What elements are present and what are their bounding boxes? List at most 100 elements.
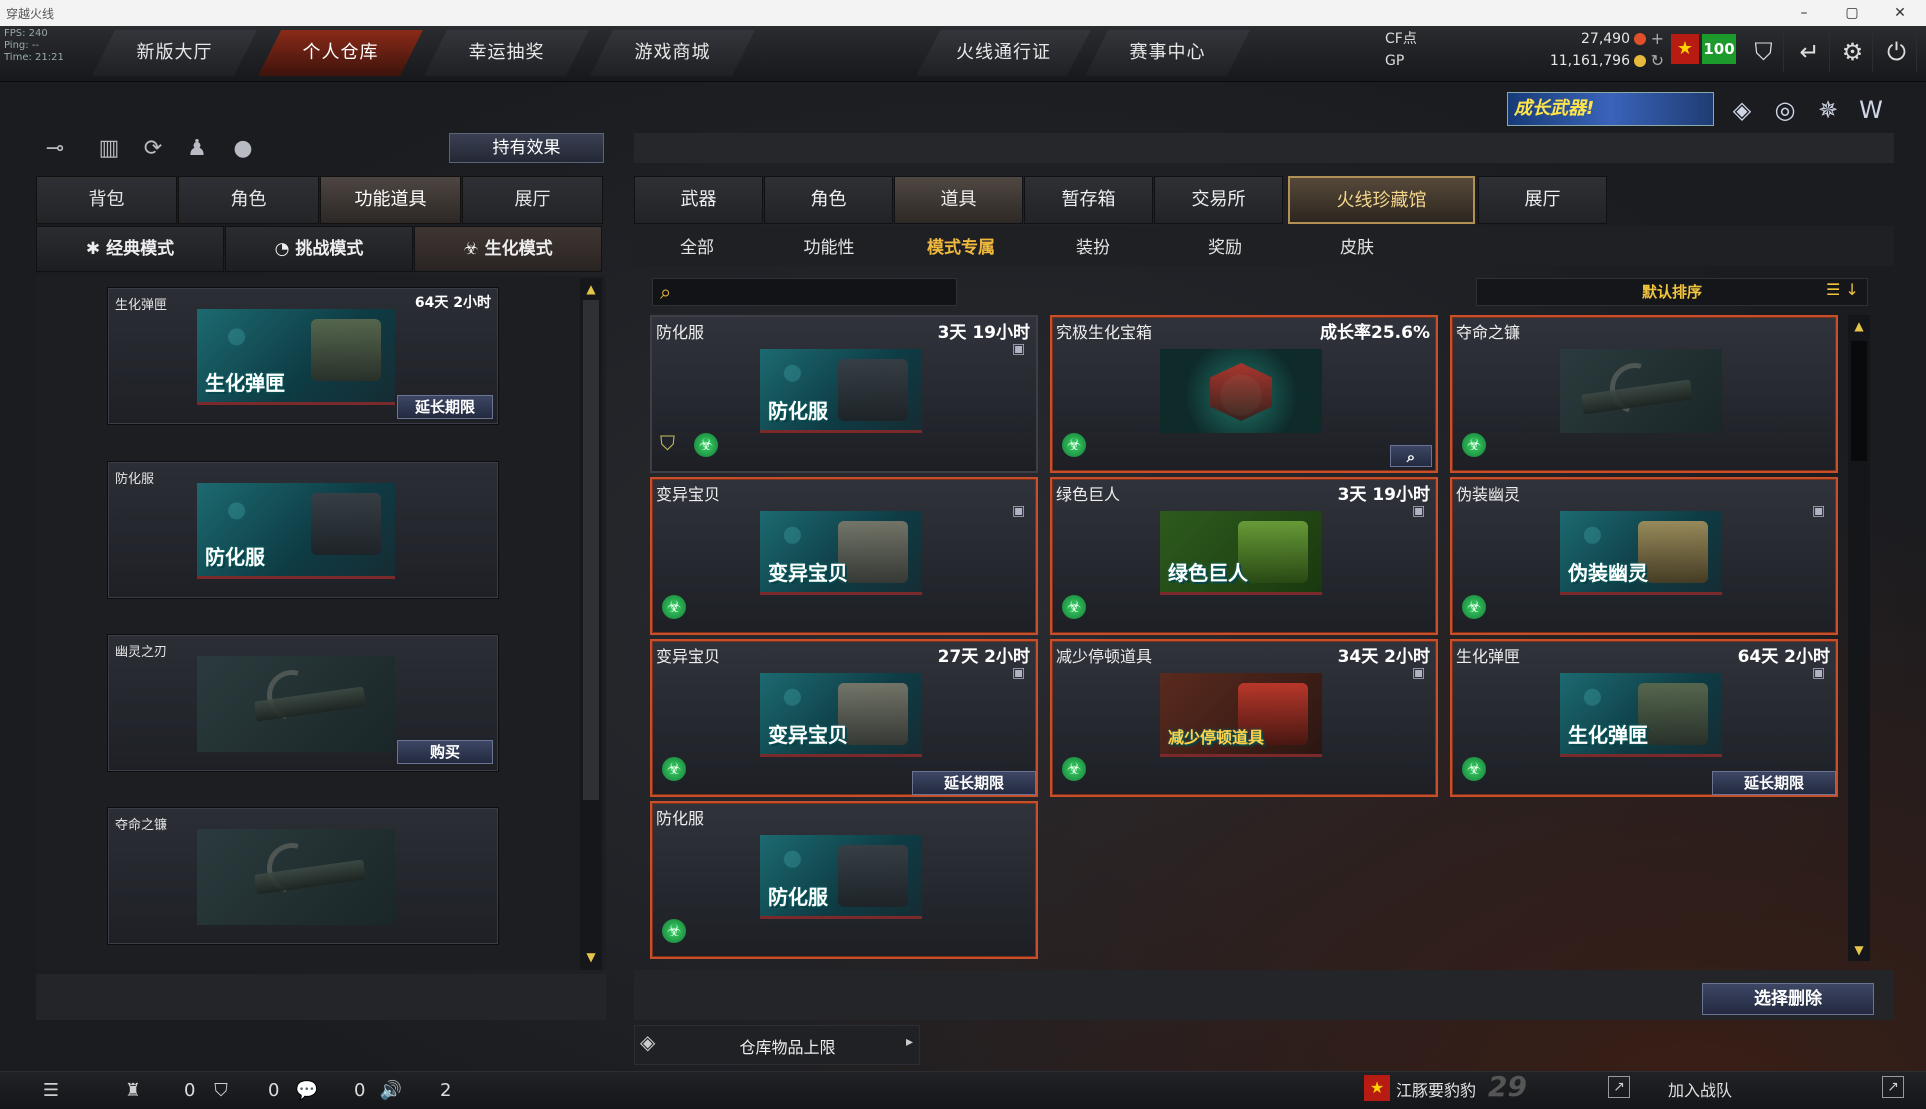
grid-item-card[interactable]: 夺命之镰 ☣ xyxy=(1450,315,1838,473)
grid-item-card[interactable]: 绿色巨人 3天 19小时 ▣ 绿色巨人 ☣ xyxy=(1050,477,1438,635)
nav-tab-battle-pass[interactable]: 火线通行证 xyxy=(916,30,1091,76)
clan-shield-icon[interactable]: ⛉ xyxy=(208,1078,234,1104)
add-cf-icon[interactable]: + xyxy=(1651,28,1664,50)
star-burst-icon[interactable]: ✵ xyxy=(1810,92,1846,128)
maximize-button[interactable]: ▢ xyxy=(1832,2,1872,24)
shield-icon[interactable]: ⛉ xyxy=(1744,32,1784,72)
left-scrollbar[interactable]: ▲ ▼ xyxy=(580,278,602,970)
right-scrollbar[interactable]: ▲ ▼ xyxy=(1848,315,1870,961)
tab-showroom[interactable]: 展厅 xyxy=(1478,176,1607,224)
grid-item-card[interactable]: 防化服 防化服 ☣ xyxy=(650,801,1038,959)
scroll-thumb[interactable] xyxy=(1851,341,1867,461)
left-item-card[interactable]: 生化弹匣 64天 2小时 生化弹匣 延长期限 xyxy=(108,288,498,424)
item-image-label: 变异宝贝 xyxy=(768,561,848,585)
player-name[interactable]: 江豚要豹豹 xyxy=(1396,1077,1476,1101)
subtab-rewards[interactable]: 奖励 xyxy=(1170,233,1280,258)
left-item-card[interactable]: 防化服 防化服 xyxy=(108,462,498,598)
scroll-down-icon[interactable]: ▼ xyxy=(584,950,598,964)
wings-icon[interactable]: W xyxy=(1853,92,1889,128)
select-delete-button[interactable]: 选择删除 xyxy=(1702,983,1874,1015)
list-view-icon[interactable]: ☰ xyxy=(1826,280,1840,299)
buy-button[interactable]: 购买 xyxy=(397,740,493,764)
badge-v-icon[interactable]: ◈ xyxy=(1724,92,1760,128)
nav-tab-event-center[interactable]: 赛事中心 xyxy=(1085,30,1250,76)
rotate-icon[interactable]: ⟳ xyxy=(136,132,170,166)
left-item-card[interactable]: 幽灵之刃 购买 xyxy=(108,635,498,771)
mode-tab-biochem[interactable]: ☣ 生化模式 xyxy=(414,226,602,272)
friends-icon[interactable]: ♜ xyxy=(120,1078,146,1104)
tab-items[interactable]: 道具 xyxy=(894,176,1023,224)
subtab-skins[interactable]: 皮肤 xyxy=(1302,233,1412,258)
growth-weapon-banner[interactable]: 成长武器! xyxy=(1507,92,1714,126)
extend-button[interactable]: 延长期限 xyxy=(1712,771,1836,795)
power-icon[interactable]: ⏻ xyxy=(1877,32,1917,72)
extend-button[interactable]: 延长期限 xyxy=(397,395,493,419)
item-image xyxy=(197,829,395,925)
grid-item-card[interactable]: 变异宝贝 27天 2小时 ▣ 变异宝贝 ☣ 延长期限 xyxy=(650,639,1038,797)
scroll-down-icon[interactable]: ▼ xyxy=(1852,943,1866,957)
mode-tab-challenge[interactable]: ◔ 挑战模式 xyxy=(225,226,413,272)
scroll-up-icon[interactable]: ▲ xyxy=(1852,319,1866,333)
close-button[interactable]: ✕ xyxy=(1880,2,1920,24)
left-tab-character[interactable]: 角色 xyxy=(178,176,319,224)
search-input[interactable] xyxy=(652,278,957,306)
chat-icon[interactable]: 💬 xyxy=(294,1078,320,1104)
external-link-icon[interactable]: ↗ xyxy=(1608,1076,1630,1098)
sort-dropdown[interactable]: 默认排序 xyxy=(1476,278,1868,306)
grenade-icon[interactable]: ● xyxy=(226,132,260,166)
left-tab-function-items[interactable]: 功能道具 xyxy=(320,176,461,224)
ammo-box-graphic xyxy=(1638,683,1708,745)
scroll-up-icon[interactable]: ▲ xyxy=(584,282,598,296)
item-image: 生化弹匣 xyxy=(197,309,395,405)
magnify-icon[interactable]: ⌕ xyxy=(1390,445,1432,467)
tab-collection[interactable]: 火线珍藏馆 xyxy=(1288,176,1475,224)
scroll-thumb[interactable] xyxy=(583,300,599,800)
grid-item-card[interactable]: 防化服 3天 19小时 ▣ 防化服 ⛉ ☣ xyxy=(650,315,1038,473)
item-name: 变异宝贝 xyxy=(656,485,721,504)
left-tab-showroom[interactable]: 展厅 xyxy=(462,176,603,224)
stats-icon[interactable]: ▥ xyxy=(92,132,126,166)
grid-item-card[interactable]: 减少停顿道具 34天 2小时 ▣ 减少停顿道具 ☣ xyxy=(1050,639,1438,797)
friends-count: 0 xyxy=(184,1080,196,1101)
grid-item-card[interactable]: 究极生化宝箱 成长率25.6% ☣ ⌕ xyxy=(1050,315,1438,473)
speaker-icon[interactable]: 🔊 xyxy=(378,1078,404,1104)
extend-button[interactable]: 延长期限 xyxy=(912,771,1036,795)
return-icon[interactable]: ↵ xyxy=(1790,32,1830,72)
nav-tab-shop[interactable]: 游戏商城 xyxy=(590,30,755,76)
join-clan-label[interactable]: 加入战队 xyxy=(1668,1077,1732,1101)
refresh-icon[interactable]: ↻ xyxy=(1651,50,1664,72)
vest-graphic xyxy=(838,359,908,421)
item-image xyxy=(1160,349,1322,433)
subtab-costume[interactable]: 装扮 xyxy=(1038,233,1148,258)
sort-direction-icon[interactable]: ↓ xyxy=(1840,280,1858,299)
grid-item-card[interactable]: 生化弹匣 64天 2小时 ▣ 生化弹匣 ☣ 延长期限 xyxy=(1450,639,1838,797)
grid-item-card[interactable]: 变异宝贝 ▣ 变异宝贝 ☣ xyxy=(650,477,1038,635)
tab-weapons[interactable]: 武器 xyxy=(634,176,763,224)
character-icon[interactable]: ♟ xyxy=(180,132,214,166)
settings-icon[interactable]: ⚙ xyxy=(1833,32,1873,72)
tab-characters[interactable]: 角色 xyxy=(764,176,893,224)
grid-item-card[interactable]: 伪装幽灵 ▣ 伪装幽灵 ☣ xyxy=(1450,477,1838,635)
nav-tab-lobby[interactable]: 新版大厅 xyxy=(92,30,257,76)
vest-graphic xyxy=(838,845,908,907)
tab-storage[interactable]: 暂存箱 xyxy=(1024,176,1153,224)
left-tab-backpack[interactable]: 背包 xyxy=(36,176,177,224)
tab-exchange[interactable]: 交易所 xyxy=(1154,176,1283,224)
globe-icon[interactable]: ◎ xyxy=(1767,92,1803,128)
hold-effect-button[interactable]: 持有效果 xyxy=(449,133,604,163)
left-item-card[interactable]: 夺命之镰 xyxy=(108,808,498,944)
biohazard-icon: ☣ xyxy=(1462,433,1486,457)
subtab-all[interactable]: 全部 xyxy=(642,233,752,258)
key-icon[interactable]: ⊸ xyxy=(38,132,72,166)
subtab-mode-exclusive[interactable]: 模式专属 xyxy=(906,233,1016,258)
menu-icon[interactable]: ☰ xyxy=(38,1078,64,1104)
nav-tab-lottery[interactable]: 幸运抽奖 xyxy=(424,30,589,76)
mode-tab-classic[interactable]: ✱ 经典模式 xyxy=(36,226,224,272)
subtab-functional[interactable]: 功能性 xyxy=(774,233,884,258)
level-badge: 100 xyxy=(1702,34,1736,64)
nav-tab-warehouse[interactable]: 个人仓库 xyxy=(258,30,423,76)
chevron-right-icon[interactable]: ▸ xyxy=(906,1034,913,1050)
minimize-button[interactable]: – xyxy=(1784,2,1824,24)
item-image-label: 防化服 xyxy=(768,885,828,909)
expand-icon[interactable]: ↗ xyxy=(1882,1076,1904,1098)
